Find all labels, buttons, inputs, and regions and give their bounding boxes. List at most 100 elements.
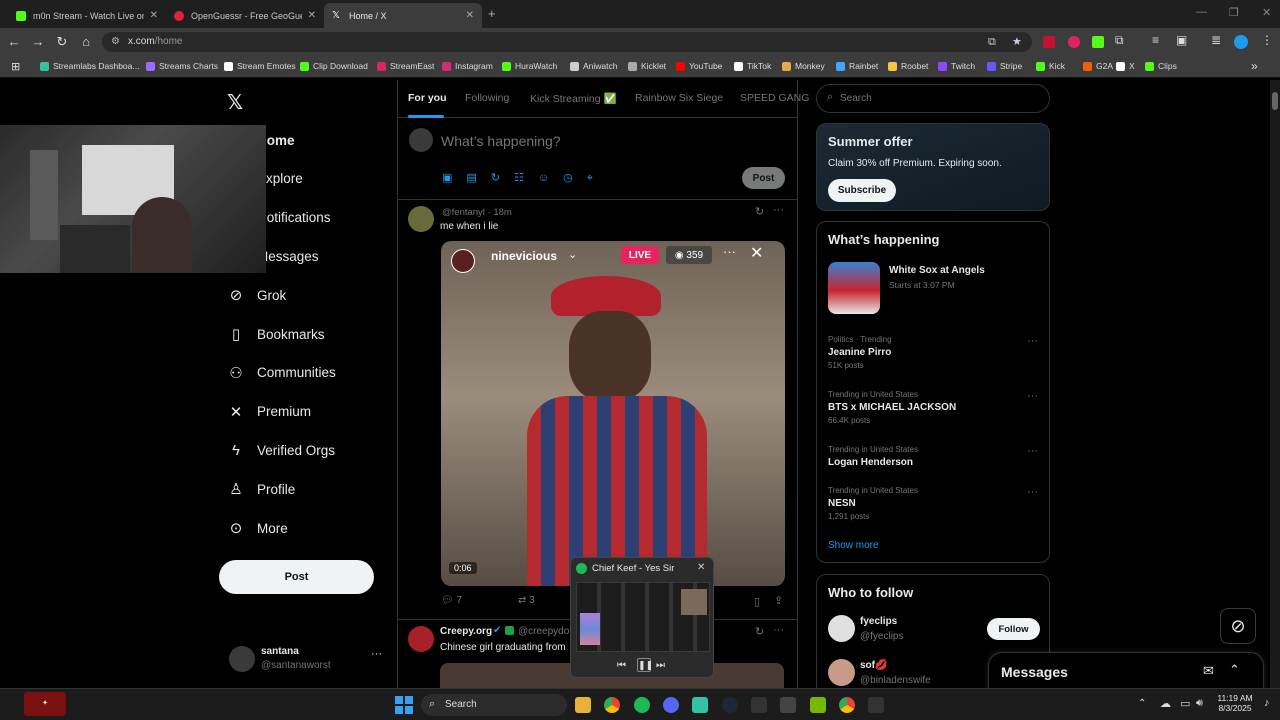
discord-icon[interactable]: [663, 697, 679, 713]
bookmark-item[interactable]: X: [1116, 61, 1135, 71]
video-player[interactable]: ninevicious ⌄ LIVE ◉ 359 ··· ✕ 0:06: [441, 241, 785, 586]
nvidia-icon[interactable]: [810, 697, 826, 713]
app-icon[interactable]: [780, 697, 796, 713]
grok-floating-button[interactable]: ⊘: [1220, 608, 1256, 644]
nav-item-profile[interactable]: ♙ Profile: [227, 477, 295, 501]
bookmark-item[interactable]: TikTok: [734, 61, 771, 71]
show-more-link[interactable]: Show more: [828, 540, 879, 551]
steam-icon[interactable]: [722, 697, 738, 713]
more-dots-icon[interactable]: ···: [1027, 486, 1038, 498]
compose-post-button[interactable]: Post: [742, 167, 785, 189]
avatar[interactable]: [408, 206, 434, 232]
more-dots-icon[interactable]: ···: [773, 204, 784, 216]
follow-suggestion-name[interactable]: fyeclips: [860, 616, 897, 627]
previous-track-icon[interactable]: ⏮: [617, 660, 626, 671]
pause-icon[interactable]: ❚❚: [637, 658, 653, 672]
bookmark-item[interactable]: Clips: [1145, 61, 1177, 71]
nav-item-communities[interactable]: ⚇ Communities: [227, 361, 336, 385]
avatar[interactable]: [828, 615, 855, 642]
streamlabs-icon[interactable]: [692, 697, 708, 713]
bookmark-item[interactable]: Clip Download: [300, 61, 368, 71]
mute-icon[interactable]: ✕: [308, 10, 316, 21]
subscribe-button[interactable]: Subscribe: [828, 179, 896, 202]
epic-games-icon[interactable]: [751, 697, 767, 713]
trend-item[interactable]: Trending in United States Logan Henderson…: [828, 445, 1040, 468]
messages-drawer[interactable]: Messages ✉ ⌃: [988, 652, 1264, 688]
bookmark-item[interactable]: Roobet: [888, 61, 928, 71]
taskbar-search[interactable]: ⌕ Search: [421, 694, 567, 716]
extension-icon[interactable]: [1043, 36, 1055, 48]
schedule-icon[interactable]: ◷: [563, 172, 587, 184]
bookmark-item[interactable]: Kicklet: [628, 61, 666, 71]
post-author[interactable]: Creepy.org: [440, 626, 492, 637]
more-dots-icon[interactable]: ···: [1027, 390, 1038, 402]
tab-kick-streaming[interactable]: Kick Streaming ✅: [530, 92, 617, 105]
bookmark-item[interactable]: Stream Emotes: [224, 61, 296, 71]
install-app-icon[interactable]: ⧉: [988, 32, 996, 52]
gif-icon[interactable]: ▤: [466, 172, 490, 184]
audio-app-icon[interactable]: [868, 697, 884, 713]
new-tab-button[interactable]: +: [488, 6, 496, 21]
site-info-icon[interactable]: ⚙: [111, 32, 120, 52]
bookmark-item[interactable]: Streams Charts: [146, 61, 218, 71]
image-icon[interactable]: ▣: [442, 172, 466, 184]
chevron-up-icon[interactable]: ⌃: [1229, 662, 1240, 678]
windows-start-icon[interactable]: [395, 696, 413, 714]
event-title[interactable]: White Sox at Angels: [889, 265, 985, 276]
trend-item[interactable]: Trending in United States NESN 1,291 posts…: [828, 486, 1040, 521]
apps-grid-icon[interactable]: ⊞: [11, 60, 20, 73]
chrome-icon[interactable]: [604, 697, 620, 713]
chevron-up-icon[interactable]: ⌃: [1138, 698, 1146, 709]
reload-icon[interactable]: ↻: [54, 34, 70, 50]
taskbar-clock[interactable]: 11:19 AM 8/3/2025: [1214, 693, 1256, 713]
media-control-icon[interactable]: ≡: [1152, 33, 1159, 47]
location-icon[interactable]: ⌖: [587, 172, 607, 184]
maximize-icon[interactable]: ❐: [1229, 6, 1239, 19]
volume-icon[interactable]: 🔊︎: [1196, 697, 1203, 710]
media-mini-player[interactable]: Chief Keef - Yes Sir ✕ ⏮ ❚❚ ⏭: [570, 557, 714, 678]
spotify-icon[interactable]: [634, 697, 650, 713]
scrollbar-thumb[interactable]: [1272, 92, 1278, 110]
new-message-icon[interactable]: ✉: [1203, 663, 1214, 679]
extension-icon[interactable]: [1092, 36, 1104, 48]
tab-following[interactable]: Following: [465, 92, 509, 104]
menu-kebab-icon[interactable]: ⋮: [1261, 33, 1273, 47]
notification-bell-icon[interactable]: ♪: [1264, 697, 1270, 709]
more-dots-icon[interactable]: ···: [773, 624, 784, 636]
bookmark-item[interactable]: YouTube: [676, 61, 722, 71]
close-icon[interactable]: ✕: [697, 562, 705, 573]
browser-tab-x-home[interactable]: 𝕏 Home / X ✕: [324, 3, 482, 28]
poll-icon[interactable]: ☷: [514, 172, 538, 184]
compose-input[interactable]: What’s happening?: [441, 133, 561, 149]
browser-tab-kick[interactable]: m0n Stream - Watch Live on Kick ✕: [8, 3, 166, 28]
x-logo-icon[interactable]: 𝕏: [227, 90, 243, 115]
follow-button[interactable]: Follow: [987, 618, 1040, 640]
bookmark-item[interactable]: Streamlabs Dashboa...: [40, 61, 139, 71]
tab-rainbow-six-siege[interactable]: Rainbow Six Siege: [635, 92, 723, 104]
grok-icon[interactable]: ↻: [755, 625, 764, 638]
post-time[interactable]: · 18m: [488, 207, 512, 218]
account-switcher[interactable]: santana @santanaworst ···: [224, 644, 384, 680]
cloud-icon[interactable]: ☁: [1160, 697, 1171, 710]
scrollbar[interactable]: [1270, 80, 1280, 688]
avatar[interactable]: [408, 626, 434, 652]
bookmark-item[interactable]: StreamEast: [377, 61, 434, 71]
network-icon[interactable]: ▭: [1180, 697, 1190, 710]
bookmark-icon[interactable]: ▯: [754, 595, 760, 608]
repost-button[interactable]: ⇄ 3: [518, 595, 535, 606]
widgets-icon[interactable]: ✦: [24, 692, 66, 716]
close-icon[interactable]: ✕: [466, 10, 474, 21]
bookmark-item[interactable]: Rainbet: [836, 61, 878, 71]
nav-item-more[interactable]: ⊙ More: [227, 516, 288, 540]
chevron-right-icon[interactable]: »: [1251, 59, 1258, 73]
grok-icon[interactable]: ↻: [755, 205, 764, 218]
forward-icon[interactable]: →: [30, 34, 46, 49]
file-explorer-icon[interactable]: [575, 697, 591, 713]
bookmark-item[interactable]: Stripe: [987, 61, 1022, 71]
bookmark-item[interactable]: Kick: [1036, 61, 1065, 71]
address-bar[interactable]: ⚙ x.com/home ⧉ ★: [102, 32, 1032, 52]
bookmark-star-icon[interactable]: ★: [1012, 32, 1022, 52]
bookmark-item[interactable]: G2A: [1083, 61, 1113, 71]
nav-item-bookmarks[interactable]: ▯ Bookmarks: [227, 322, 325, 346]
bookmark-item[interactable]: Instagram: [442, 61, 493, 71]
